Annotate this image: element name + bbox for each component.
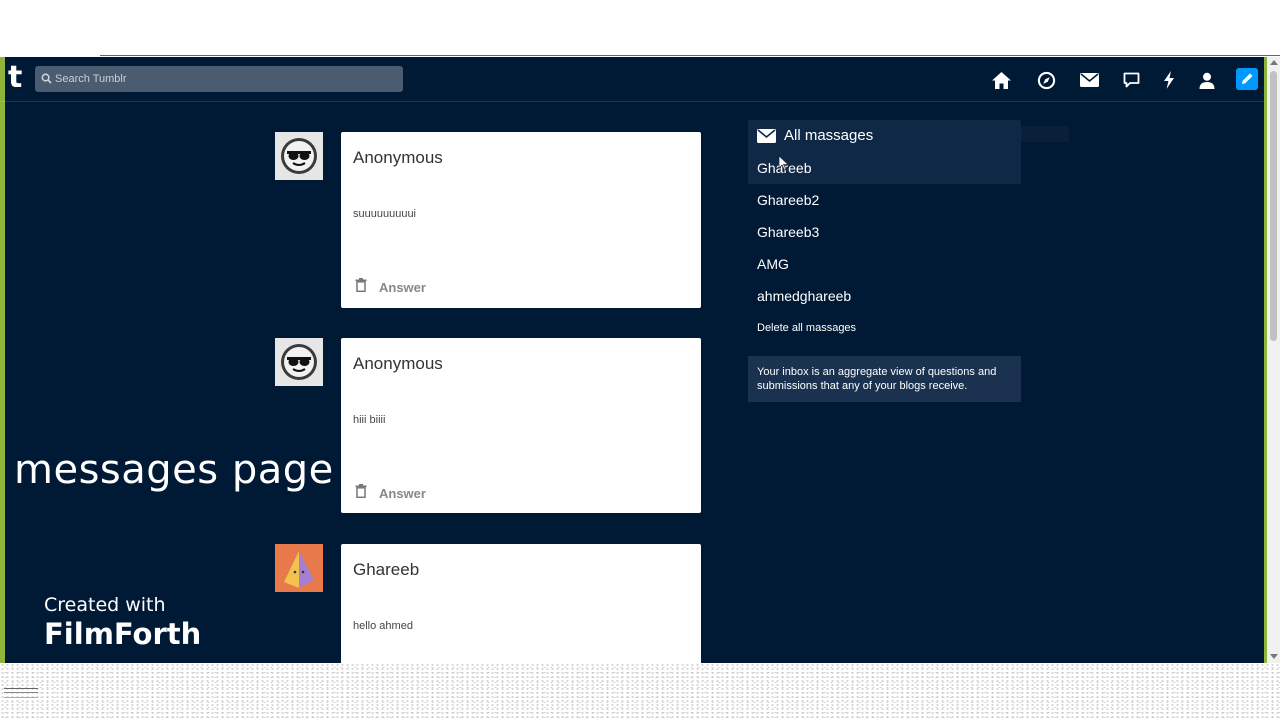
- sidebar-shadow: [1021, 126, 1069, 142]
- trash-icon[interactable]: [355, 484, 367, 503]
- mail-icon: [757, 128, 776, 143]
- scroll-down-arrow-icon[interactable]: [1270, 654, 1278, 659]
- search-box[interactable]: [35, 66, 403, 92]
- message-author[interactable]: Anonymous: [353, 148, 443, 168]
- page-scrollbar[interactable]: [1267, 57, 1280, 663]
- trash-icon[interactable]: [355, 278, 367, 297]
- sunglasses-avatar[interactable]: [275, 132, 323, 180]
- delete-all-messages-link[interactable]: Delete all massages: [757, 322, 856, 334]
- sidebar-item-ahmedghareeb[interactable]: ahmedghareeb: [757, 288, 851, 304]
- inbox-info-box: Your inbox is an aggregate view of quest…: [748, 356, 1021, 402]
- message-body: suuuuuuuuui: [353, 208, 417, 220]
- message-body: hiii biiii: [353, 414, 386, 426]
- message-body: hello ahmed: [353, 620, 413, 632]
- tumblr-logo[interactable]: t: [8, 60, 22, 95]
- left-accent-bar: [0, 57, 5, 663]
- message-card: Anonymous suuuuuuuuui Answer: [341, 132, 701, 308]
- compose-icon[interactable]: [1236, 68, 1258, 90]
- sidebar-item-ghareeb2[interactable]: Ghareeb2: [757, 192, 819, 208]
- video-caption: messages page: [14, 447, 334, 493]
- all-messages-link[interactable]: All massages: [757, 127, 873, 144]
- search-icon: [41, 71, 52, 89]
- answer-button[interactable]: Answer: [379, 486, 426, 501]
- message-card: Anonymous hiii biiii Answer: [341, 338, 701, 513]
- message-author[interactable]: Ghareeb: [353, 560, 419, 580]
- sidebar-item-amg[interactable]: AMG: [757, 256, 789, 272]
- mouse-cursor: [778, 155, 790, 176]
- inbox-info-text: Your inbox is an aggregate view of quest…: [757, 366, 997, 392]
- watermark-brand: FilmForth: [44, 617, 202, 651]
- explore-icon[interactable]: [1035, 69, 1057, 91]
- search-input[interactable]: [55, 66, 395, 92]
- message-actions: Answer: [355, 484, 426, 503]
- video-bottom-mark: [4, 688, 38, 689]
- message-author[interactable]: Anonymous: [353, 354, 443, 374]
- activity-icon[interactable]: [1158, 69, 1180, 91]
- video-top-border: [100, 55, 1280, 56]
- top-navbar: t: [0, 57, 1264, 102]
- tumblr-app: t Search Tumblr Anonymous suuuuuuuuui An…: [0, 57, 1280, 663]
- sunglasses-avatar[interactable]: [275, 338, 323, 386]
- sidebar-item-ghareeb3[interactable]: Ghareeb3: [757, 224, 819, 240]
- account-icon[interactable]: [1196, 69, 1218, 91]
- message-card: Ghareeb hello ahmed: [341, 544, 701, 663]
- pyramid-avatar[interactable]: [275, 544, 323, 592]
- message-actions: Answer: [355, 278, 426, 297]
- watermark-line1: Created with: [44, 594, 166, 616]
- scrollbar-thumb[interactable]: [1270, 71, 1277, 341]
- scroll-up-arrow-icon[interactable]: [1270, 60, 1278, 65]
- answer-button[interactable]: Answer: [379, 280, 426, 295]
- chat-icon[interactable]: [1120, 69, 1142, 91]
- all-messages-label: All massages: [784, 127, 874, 144]
- home-icon[interactable]: [990, 69, 1012, 91]
- video-noise-strip: [0, 663, 1280, 720]
- mail-icon[interactable]: [1078, 69, 1100, 91]
